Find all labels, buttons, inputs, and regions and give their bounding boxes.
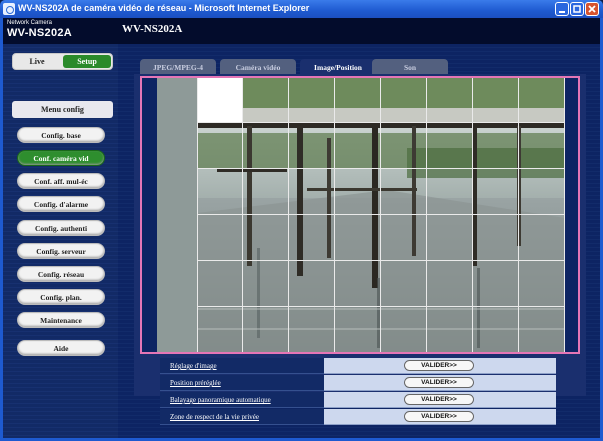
brand-caption: Network Camera (7, 20, 53, 26)
main-content: JPEG/MPEG-4 Caméra vidéo Image/Position … (118, 44, 600, 438)
window-title: WV-NS202A de caméra vidéo de réseau - Mi… (18, 3, 310, 13)
menu-item-config-alarme[interactable]: Config. d'alarme (17, 196, 105, 212)
maximize-button[interactable] (570, 2, 584, 16)
menu-item-config-base[interactable]: Config. base (17, 127, 105, 143)
menu-item-config-serveur[interactable]: Config. serveur (17, 243, 105, 259)
menu-item-config-authentification[interactable]: Config. authenti (17, 220, 105, 236)
sidebar: Live Setup Menu config Config. base Conf… (3, 44, 118, 438)
minimize-icon (559, 11, 565, 13)
maximize-icon (573, 5, 581, 13)
mode-switch: Live Setup (12, 53, 113, 70)
live-button[interactable]: Live (14, 55, 60, 68)
option-row-reglage-image: Réglage d'image VALIDER>> (160, 358, 556, 374)
privacy-mask-cell[interactable] (197, 78, 242, 122)
valider-zone-vie-privee-button[interactable]: VALIDER>> (404, 411, 474, 422)
reglage-image-link[interactable]: Réglage d'image (160, 358, 324, 374)
internet-explorer-icon (3, 3, 15, 15)
close-button[interactable] (585, 2, 599, 16)
tab-camera-video[interactable]: Caméra vidéo (220, 59, 296, 75)
option-row-zone-vie-privee: Zone de respect de la vie privée VALIDER… (160, 409, 556, 425)
menu-item-conf-camera-video[interactable]: Conf. caméra vid (17, 150, 105, 166)
page-title: WV-NS202A (122, 23, 183, 35)
balayage-panoramique-link[interactable]: Balayage panoramique automatique (160, 392, 324, 408)
window-titlebar: WV-NS202A de caméra vidéo de réseau - Mi… (0, 0, 603, 18)
brand-model: WV-NS202A (7, 27, 73, 39)
valider-position-preregle-button[interactable]: VALIDER>> (404, 377, 474, 388)
menu-item-conf-aff-multiecran[interactable]: Conf. aff. mul-éc (17, 173, 105, 189)
valider-balayage-button[interactable]: VALIDER>> (404, 394, 474, 405)
close-icon (588, 5, 596, 13)
minimize-button[interactable] (555, 2, 569, 16)
zone-vie-privee-link[interactable]: Zone de respect de la vie privée (160, 409, 324, 425)
help-button[interactable]: Aide (17, 340, 105, 356)
option-row-balayage: Balayage panoramique automatique VALIDER… (160, 392, 556, 408)
menu-item-config-reseau[interactable]: Config. réseau (17, 266, 105, 282)
tab-jpeg-mpeg4[interactable]: JPEG/MPEG-4 (140, 59, 216, 75)
setup-button[interactable]: Setup (63, 55, 111, 68)
menu-item-config-plan[interactable]: Config. plan. (17, 289, 105, 305)
valider-reglage-image-button[interactable]: VALIDER>> (404, 360, 474, 371)
tab-son[interactable]: Son (372, 59, 448, 75)
position-preregle-link[interactable]: Position préréglée (160, 375, 324, 391)
menu-item-maintenance[interactable]: Maintenance (17, 312, 105, 328)
option-row-position-preregle: Position préréglée VALIDER>> (160, 375, 556, 391)
menu-config-header: Menu config (12, 101, 113, 118)
page-header: Network Camera WV-NS202A WV-NS202A (3, 18, 600, 44)
privacy-zone-video[interactable] (140, 76, 580, 354)
